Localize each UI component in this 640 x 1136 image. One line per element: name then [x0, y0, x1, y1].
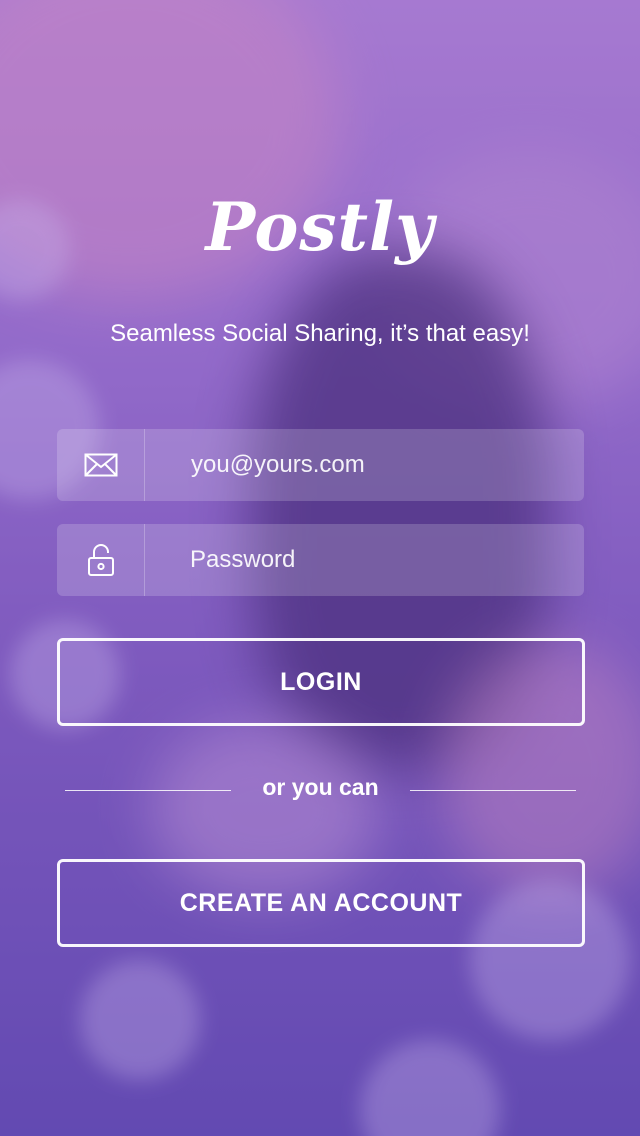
tagline: Seamless Social Sharing, it’s that easy!: [110, 320, 530, 347]
divider-line-right: [410, 790, 576, 791]
create-account-button[interactable]: CREATE AN ACCOUNT: [57, 859, 585, 947]
password-field[interactable]: [57, 523, 584, 597]
unlock-icon: [57, 524, 145, 596]
password-input[interactable]: [145, 523, 584, 597]
login-button[interactable]: LOGIN: [57, 638, 585, 726]
email-field[interactable]: [57, 428, 584, 502]
app-logo: Postly: [205, 188, 435, 266]
email-input[interactable]: [145, 428, 584, 502]
divider-text: or you can: [262, 774, 379, 800]
envelope-icon: [57, 429, 145, 501]
divider-line-left: [65, 790, 231, 791]
login-screen: Postly Seamless Social Sharing, it’s tha…: [0, 0, 640, 1136]
